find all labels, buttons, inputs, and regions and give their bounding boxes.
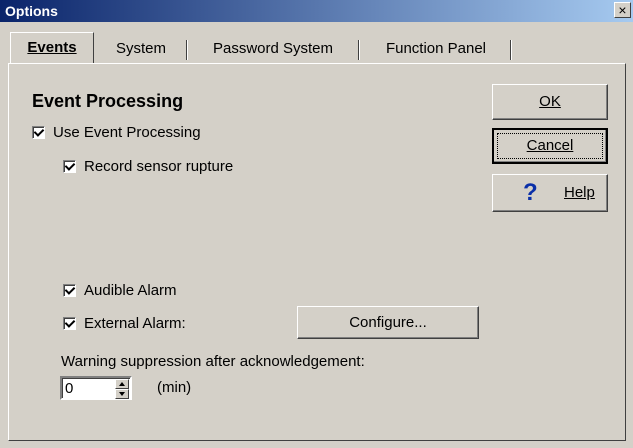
configure-button[interactable]: Configure...: [297, 306, 479, 339]
tab-system-label: System: [115, 40, 166, 57]
help-button[interactable]: ? Help: [492, 174, 608, 212]
tab-function-panel-label: Function Panel: [385, 40, 487, 57]
use-event-processing-checkbox[interactable]: Use Event Processing: [32, 123, 201, 141]
spinner-buttons: [115, 379, 129, 399]
tab-system[interactable]: System: [98, 37, 188, 63]
tab-separator: [358, 40, 360, 60]
ok-button-label: OK: [539, 93, 561, 110]
close-button[interactable]: ×: [614, 2, 631, 18]
help-button-label: Help: [564, 184, 595, 201]
tab-separator: [186, 40, 188, 60]
tab-separator: [510, 40, 512, 60]
spin-up-icon[interactable]: [115, 379, 129, 389]
external-alarm-checkbox[interactable]: External Alarm:: [63, 314, 186, 332]
tab-events[interactable]: Events: [10, 32, 94, 64]
tab-password-system[interactable]: Password System: [190, 37, 360, 63]
checkbox-checked-icon[interactable]: [63, 283, 76, 297]
use-event-processing-label: Use Event Processing: [53, 123, 201, 141]
suppression-unit: (min): [157, 379, 192, 396]
record-sensor-rupture-checkbox[interactable]: Record sensor rupture: [63, 157, 233, 175]
checkbox-checked-icon[interactable]: [63, 159, 76, 173]
configure-button-label: Configure...: [349, 314, 427, 331]
tab-password-system-label: Password System: [212, 40, 334, 57]
checkbox-checked-icon[interactable]: [63, 316, 76, 330]
audible-alarm-label: Audible Alarm: [84, 281, 177, 299]
cancel-button[interactable]: Cancel: [492, 128, 608, 164]
suppression-label: Warning suppression after acknowledgemen…: [61, 353, 365, 370]
title-bar: Options ×: [0, 0, 633, 22]
record-sensor-rupture-label: Record sensor rupture: [84, 157, 234, 175]
tab-events-label: Events: [27, 39, 77, 56]
suppression-spinner[interactable]: 0: [60, 376, 132, 400]
tab-function-panel[interactable]: Function Panel: [364, 37, 512, 63]
section-heading: Event Processing: [32, 91, 184, 111]
cancel-button-label: Cancel: [526, 137, 574, 154]
close-icon: ×: [618, 2, 627, 18]
spin-down-icon[interactable]: [115, 389, 129, 399]
external-alarm-label: External Alarm:: [84, 314, 186, 332]
audible-alarm-checkbox[interactable]: Audible Alarm: [63, 281, 177, 299]
suppression-value[interactable]: 0: [65, 380, 73, 397]
question-mark-icon: ?: [523, 179, 538, 206]
ok-button[interactable]: OK: [492, 84, 608, 120]
window-title: Options: [5, 3, 58, 19]
checkbox-checked-icon[interactable]: [32, 125, 45, 139]
